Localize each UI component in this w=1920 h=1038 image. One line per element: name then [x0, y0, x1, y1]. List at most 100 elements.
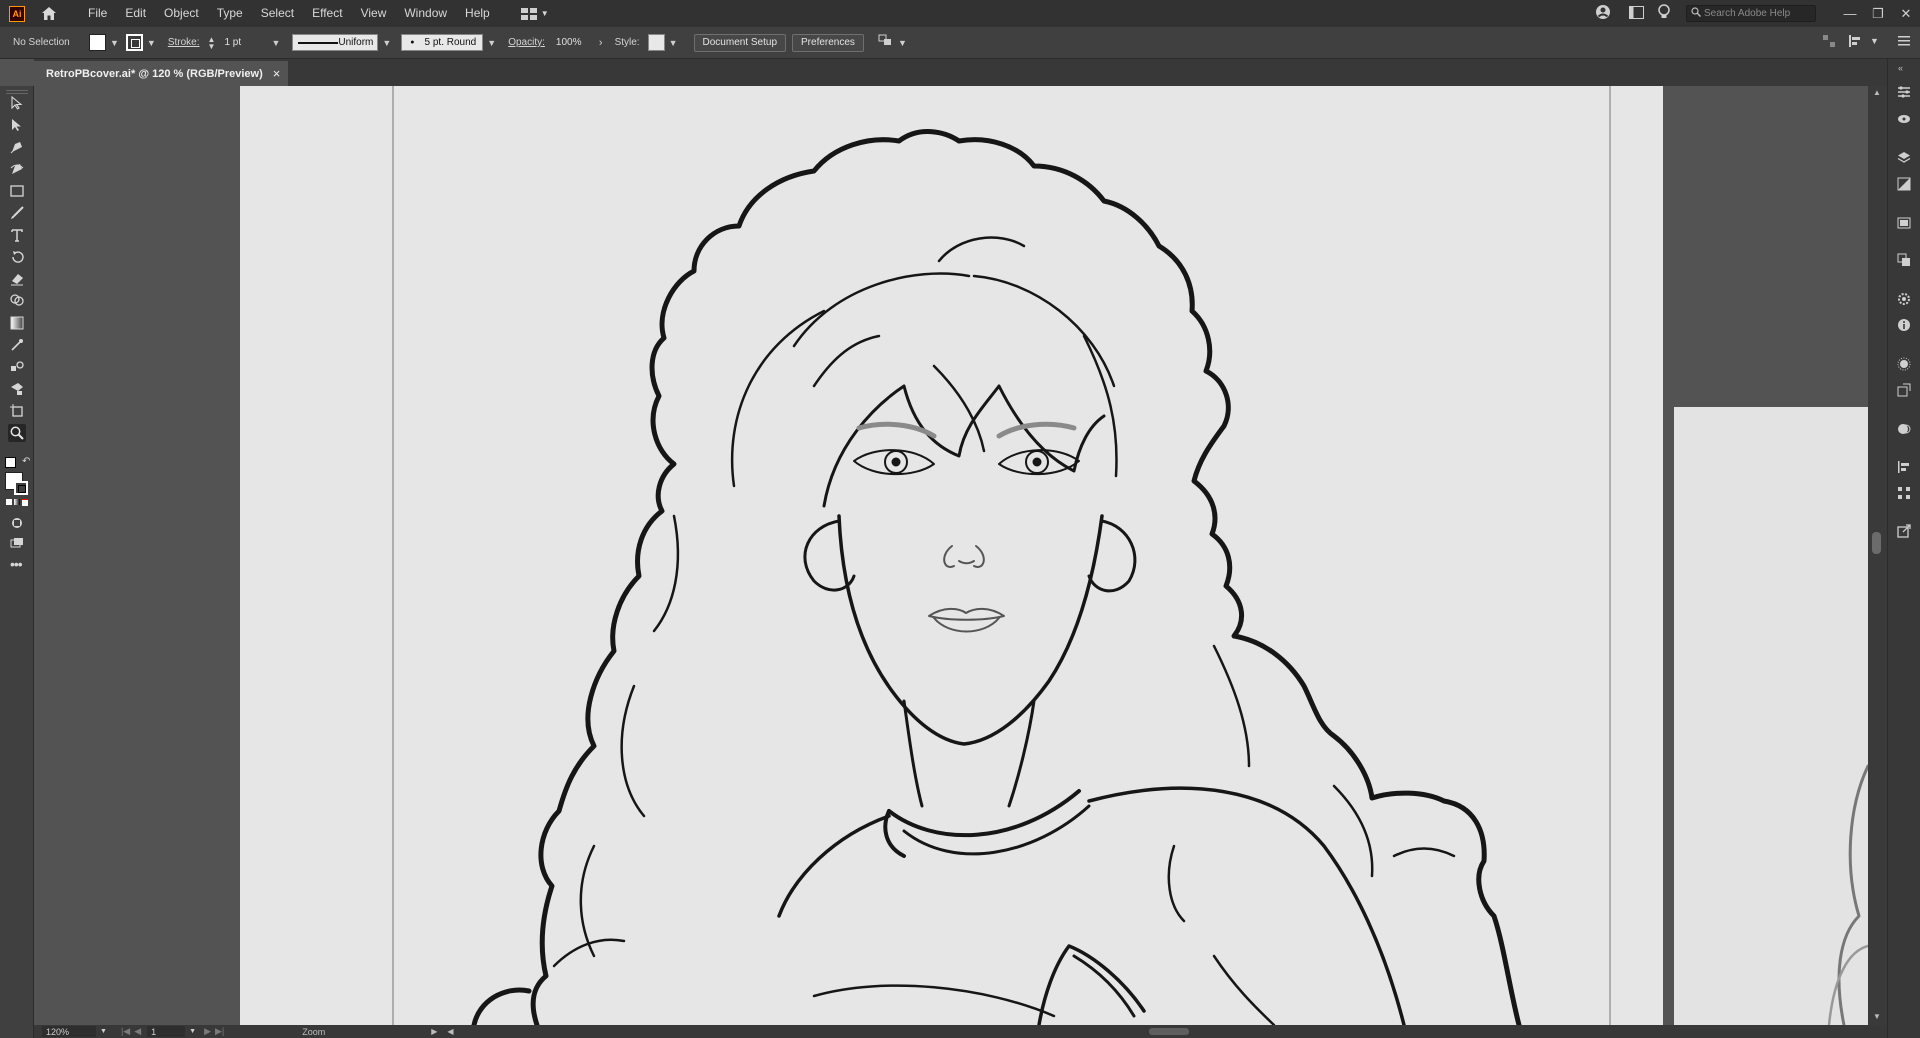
scroll-up-icon[interactable]: ▲ — [1873, 88, 1881, 97]
home-icon[interactable] — [39, 4, 59, 24]
document-tab[interactable]: RetroPBcover.ai* @ 120 % (RGB/Preview) × — [34, 61, 289, 86]
discover-bulb-icon[interactable] — [1658, 4, 1670, 23]
vertical-scroll-thumb[interactable] — [1872, 532, 1881, 554]
stroke-dropdown-icon[interactable]: ▼ — [147, 38, 156, 48]
shape-builder-tool-icon[interactable] — [8, 292, 26, 310]
artboard-number-field[interactable]: 1 — [147, 1026, 186, 1037]
preferences-button[interactable]: Preferences — [792, 33, 864, 52]
align-panel-icon[interactable] — [1849, 35, 1863, 50]
color-mode-icon[interactable] — [6, 499, 12, 505]
brush-definition[interactable]: ● 5 pt. Round — [401, 34, 484, 51]
arrange-documents-button[interactable]: ▼ — [520, 7, 549, 20]
artboard-dropdown-icon[interactable]: ▼ — [189, 1028, 196, 1035]
vertical-scrollbar[interactable]: ▲ ▼ — [1868, 86, 1887, 1025]
gradient-tool-icon[interactable] — [8, 314, 26, 332]
menu-select[interactable]: Select — [252, 0, 303, 27]
rectangle-tool-icon[interactable] — [8, 182, 26, 200]
zoom-tool-icon[interactable] — [8, 424, 26, 442]
gradient-mode-icon[interactable] — [14, 499, 20, 505]
next-artboard-icon[interactable]: ▶ — [204, 1026, 211, 1037]
zoom-level-field[interactable]: 120% — [42, 1026, 96, 1037]
color-guide-icon[interactable] — [1896, 421, 1912, 437]
export-icon[interactable] — [1896, 523, 1912, 539]
previous-artboard-icon[interactable]: ◀ — [134, 1026, 141, 1037]
menu-file[interactable]: File — [79, 0, 116, 27]
properties-icon[interactable] — [1896, 84, 1912, 100]
stroke-color-box[interactable] — [14, 481, 28, 495]
last-artboard-icon[interactable]: ▶| — [215, 1026, 224, 1037]
edit-toolbar-icon[interactable]: ••• — [10, 556, 23, 572]
pathfinder-icon[interactable] — [1896, 252, 1912, 268]
gradient-panel-icon[interactable] — [1896, 215, 1912, 231]
align-dropdown-icon[interactable]: ▼ — [1870, 36, 1879, 46]
default-colors-icon[interactable] — [5, 457, 16, 468]
menu-view[interactable]: View — [352, 0, 396, 27]
color-mode-icons[interactable] — [6, 499, 28, 506]
first-artboard-icon[interactable]: |◀ — [121, 1026, 130, 1037]
stepper-icon[interactable]: ▲ ▼ — [208, 35, 216, 50]
opacity-label[interactable]: Opacity: — [508, 37, 545, 48]
distribute-grid-icon[interactable] — [1896, 485, 1912, 501]
menu-object[interactable]: Object — [155, 0, 208, 27]
symbols-icon[interactable] — [1896, 291, 1912, 307]
stroke-label[interactable]: Stroke: — [168, 37, 200, 48]
transform-icon[interactable] — [1896, 382, 1912, 398]
stroke-swatch[interactable] — [125, 34, 143, 51]
menu-help[interactable]: Help — [456, 0, 499, 27]
menu-type[interactable]: Type — [208, 0, 252, 27]
pen-tool-icon[interactable] — [8, 138, 26, 156]
paintbrush-tool-icon[interactable] — [8, 204, 26, 222]
layers-icon[interactable] — [1896, 150, 1912, 166]
selection-tool-icon[interactable] — [8, 94, 26, 112]
appearance-icon[interactable] — [1896, 176, 1912, 192]
eraser-tool-icon[interactable] — [8, 270, 26, 288]
none-mode-icon[interactable] — [22, 499, 28, 506]
style-dropdown-icon[interactable]: ▼ — [669, 38, 678, 48]
horizontal-scroll-thumb[interactable] — [1149, 1028, 1189, 1035]
artwork-canvas[interactable] — [34, 86, 1868, 1025]
artboard-tool-icon[interactable] — [8, 402, 26, 420]
direct-selection-tool-icon[interactable] — [8, 116, 26, 134]
menu-window[interactable]: Window — [395, 0, 456, 27]
brushes-icon[interactable] — [1896, 356, 1912, 372]
blend-tool-icon[interactable] — [8, 358, 26, 376]
draw-mode-icon[interactable] — [8, 514, 26, 532]
menu-edit[interactable]: Edit — [116, 0, 155, 27]
fill-swatch[interactable] — [89, 34, 106, 51]
zoom-dropdown-icon[interactable]: ▼ — [100, 1028, 107, 1035]
eyedropper-tool-icon[interactable] — [8, 336, 26, 354]
libraries-icon[interactable] — [1896, 111, 1912, 127]
screen-mode-icon[interactable] — [8, 534, 26, 552]
panel-toggle-icon[interactable] — [1629, 5, 1644, 22]
dock-collapse-icon[interactable]: « — [1898, 63, 1903, 73]
variable-width-profile[interactable]: Uniform — [292, 34, 379, 51]
stroke-weight-dropdown-icon[interactable]: ▼ — [271, 38, 280, 48]
control-bar-menu-icon[interactable] — [1898, 35, 1910, 50]
document-setup-button[interactable]: Document Setup — [693, 33, 787, 52]
live-paint-tool-icon[interactable] — [8, 380, 26, 398]
transform-grid-icon[interactable] — [1823, 35, 1835, 50]
scroll-down-icon[interactable]: ▼ — [1873, 1012, 1881, 1021]
opacity-arrow-icon[interactable]: › — [599, 37, 603, 49]
close-tab-icon[interactable]: × — [273, 66, 281, 81]
minimize-icon[interactable]: — — [1836, 6, 1864, 21]
scroll-left-icon[interactable]: ◀ — [447, 1027, 453, 1036]
arrange-icon[interactable] — [878, 34, 894, 51]
opacity-field[interactable]: 100% — [550, 34, 595, 51]
close-icon[interactable]: ✕ — [1892, 6, 1920, 22]
profile-dropdown-icon[interactable]: ▼ — [382, 38, 391, 48]
status-menu-icon[interactable]: ▶ — [431, 1027, 437, 1036]
menu-effect[interactable]: Effect — [303, 0, 351, 27]
share-user-icon[interactable] — [1595, 4, 1611, 23]
style-swatch[interactable] — [647, 34, 665, 51]
stroke-weight-field[interactable]: 1 pt — [219, 34, 268, 51]
arrange-dropdown-icon[interactable]: ▼ — [898, 38, 907, 48]
help-search-input[interactable]: Search Adobe Help — [1686, 5, 1816, 22]
canvas-area[interactable] — [34, 86, 1868, 1025]
info-icon[interactable] — [1896, 317, 1912, 333]
curvature-tool-icon[interactable] — [8, 160, 26, 178]
align-icon[interactable] — [1896, 459, 1912, 475]
fill-dropdown-icon[interactable]: ▼ — [110, 38, 119, 48]
rotate-tool-icon[interactable] — [8, 248, 26, 266]
type-tool-icon[interactable] — [8, 226, 26, 244]
